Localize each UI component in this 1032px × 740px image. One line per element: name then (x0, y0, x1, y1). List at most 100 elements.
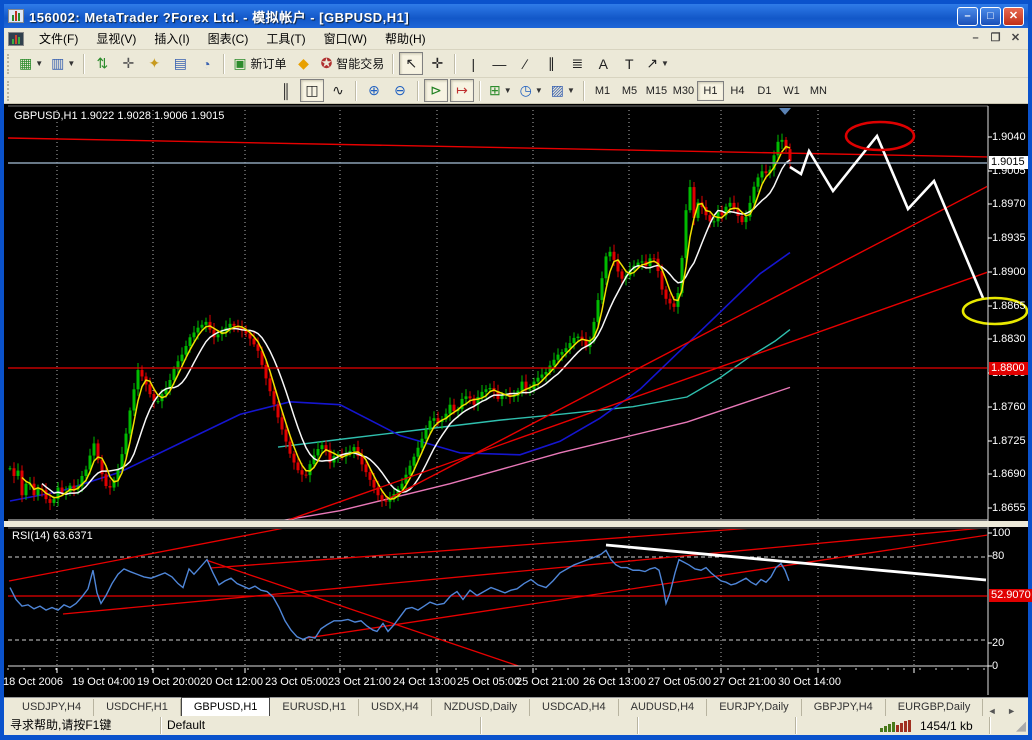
menu-item-0[interactable]: 文件(F) (30, 28, 87, 49)
navigator-icon: ✦ (148, 55, 160, 72)
arrows-button[interactable]: ↗▼ (643, 52, 672, 75)
new-chart-button[interactable]: ▦▼ (16, 52, 46, 75)
time-axis-label: 20 Oct 12:00 (200, 676, 263, 688)
profiles-icon: ▥ (51, 55, 64, 72)
indicators-button[interactable]: ⊞▼ (486, 79, 515, 102)
menu-bar: 文件(F)显视(V)插入(I)图表(C)工具(T)窗口(W)帮助(H) – ❐ … (4, 28, 1028, 50)
market-watch-button[interactable]: ⇅ (90, 52, 114, 75)
bid-price-tag: 1.9015 (989, 156, 1028, 169)
tab-USDCAD-H4[interactable]: USDCAD,H4 (530, 699, 619, 716)
price-tick-label: 1.8655 (992, 502, 1026, 514)
metaeditor-button[interactable]: ◆ (292, 52, 316, 75)
menu-item-2[interactable]: 插入(I) (145, 28, 198, 49)
mdi-close-button[interactable]: ✕ (1007, 31, 1024, 46)
status-cell-3 (481, 717, 638, 734)
auto-scroll-icon: ⊳ (430, 82, 442, 99)
mdi-restore-button[interactable]: ❐ (987, 31, 1004, 46)
tab-USDX-H4[interactable]: USDX,H4 (359, 699, 432, 716)
price-tick-label: 1.8760 (992, 401, 1026, 413)
auto-scroll-button[interactable]: ⊳ (424, 79, 448, 102)
cursor-button[interactable]: ↖ (399, 52, 423, 75)
terminal-button[interactable]: ▤ (168, 52, 192, 75)
rsi-tick-label: 0 (992, 660, 998, 672)
close-button[interactable]: ✕ (1003, 7, 1024, 26)
timeframe-D1[interactable]: D1 (751, 81, 778, 101)
chevron-down-icon: ▼ (535, 86, 543, 95)
rsi-tick-label: 80 (992, 550, 1004, 562)
status-bar: 寻求帮助,请按F1键 Default 1454/1 kb ◢ (4, 716, 1028, 735)
crosshair-button[interactable]: ✛ (425, 52, 449, 75)
chevron-down-icon: ▼ (504, 86, 512, 95)
chart-shift-button[interactable]: ↦ (450, 79, 474, 102)
time-axis-label: 27 Oct 21:00 (713, 676, 776, 688)
zoom-out-button[interactable]: ⊖ (388, 79, 412, 102)
minimize-button[interactable]: – (957, 7, 978, 26)
tab-GBPJPY-H4[interactable]: GBPJPY,H4 (802, 699, 886, 716)
menu-item-3[interactable]: 图表(C) (199, 28, 258, 49)
connection-bars-icon (880, 719, 914, 732)
line-chart-button[interactable]: ∿ (326, 79, 350, 102)
symbol-ohlc-label: GBPUSD,H1 1.9022 1.9028 1.9006 1.9015 (14, 110, 224, 122)
menu-item-4[interactable]: 工具(T) (257, 28, 314, 49)
trendline-button[interactable]: ∕ (513, 52, 537, 75)
data-window-button[interactable]: ✛ (116, 52, 140, 75)
text-icon: A (599, 56, 608, 72)
strategy-tester-icon: ◔ (202, 56, 210, 72)
horizontal-line-button[interactable]: — (487, 52, 511, 75)
timeframe-MN[interactable]: MN (805, 81, 832, 101)
tab-EURJPY-Daily[interactable]: EURJPY,Daily (707, 699, 802, 716)
templates-button[interactable]: ▨▼ (548, 79, 578, 102)
periods-button[interactable]: ◷▼ (517, 79, 546, 102)
tab-USDJPY-H4[interactable]: USDJPY,H4 (10, 699, 94, 716)
tab-EURUSD-H1[interactable]: EURUSD,H1 (270, 699, 359, 716)
price-tick-label: 1.8900 (992, 266, 1026, 278)
candlestick-icon: ◫ (305, 82, 318, 99)
time-axis-label: 25 Oct 21:00 (516, 676, 579, 688)
profiles-button[interactable]: ▥▼ (48, 52, 78, 75)
expert-advisors-button[interactable]: ✪智能交易 (318, 52, 388, 75)
new-order-button[interactable]: ▣新订单 (230, 52, 289, 75)
status-profile[interactable]: Default (161, 717, 481, 734)
menu-item-6[interactable]: 帮助(H) (376, 28, 435, 49)
label-button[interactable]: T (617, 52, 641, 75)
timeframe-W1[interactable]: W1 (778, 81, 805, 101)
trendline-icon: ∕ (524, 56, 526, 72)
mdi-minimize-button[interactable]: – (967, 31, 984, 46)
window-title: 156002: MetaTrader ?Forex Ltd. - 模拟帐户 - … (29, 7, 957, 26)
expert-advisors-icon: ✪ (321, 55, 333, 72)
tab-NZDUSD-Daily[interactable]: NZDUSD,Daily (432, 699, 530, 716)
timeframe-M15[interactable]: M15 (643, 81, 670, 101)
strategy-tester-button[interactable]: ◔ (194, 52, 218, 75)
price-chart-canvas[interactable] (4, 104, 1028, 697)
timeframe-H1[interactable]: H1 (697, 81, 724, 101)
tab-scroll-arrows[interactable]: ◄ ► (988, 706, 1028, 716)
candlestick-button[interactable]: ◫ (300, 79, 324, 102)
resize-grip[interactable]: ◢ (1016, 718, 1028, 734)
navigator-button[interactable]: ✦ (142, 52, 166, 75)
vertical-line-button[interactable]: | (461, 52, 485, 75)
menu-item-1[interactable]: 显视(V) (87, 28, 145, 49)
text-button[interactable]: A (591, 52, 615, 75)
indicators-icon: ⊞ (489, 82, 501, 99)
chart-area[interactable]: GBPUSD,H1 1.9022 1.9028 1.9006 1.9015 RS… (4, 104, 1028, 697)
timeframe-M5[interactable]: M5 (616, 81, 643, 101)
zoom-in-button[interactable]: ⊕ (362, 79, 386, 102)
menu-item-5[interactable]: 窗口(W) (315, 28, 376, 49)
tab-USDCHF-H1[interactable]: USDCHF,H1 (94, 699, 181, 716)
bar-chart-button[interactable]: ║ (274, 79, 298, 102)
tab-EURGBP-Daily[interactable]: EURGBP,Daily (886, 699, 984, 716)
new-order-button-label: 新订单 (251, 55, 287, 72)
tab-GBPUSD-H1[interactable]: GBPUSD,H1 (181, 697, 271, 716)
timeframe-M30[interactable]: M30 (670, 81, 697, 101)
title-bar[interactable]: 156002: MetaTrader ?Forex Ltd. - 模拟帐户 - … (4, 4, 1028, 28)
rsi-level-tag: 52.9070 (989, 589, 1032, 602)
maximize-button[interactable]: □ (980, 7, 1001, 26)
fibonacci-button[interactable]: ≣ (565, 52, 589, 75)
expert-advisors-button-label: 智能交易 (336, 55, 384, 72)
timeframe-H4[interactable]: H4 (724, 81, 751, 101)
timeframe-M1[interactable]: M1 (589, 81, 616, 101)
channel-button[interactable]: ∥ (539, 52, 563, 75)
time-axis-label: 23 Oct 05:00 (265, 676, 328, 688)
time-axis-label: 27 Oct 05:00 (648, 676, 711, 688)
tab-AUDUSD-H4[interactable]: AUDUSD,H4 (619, 699, 708, 716)
